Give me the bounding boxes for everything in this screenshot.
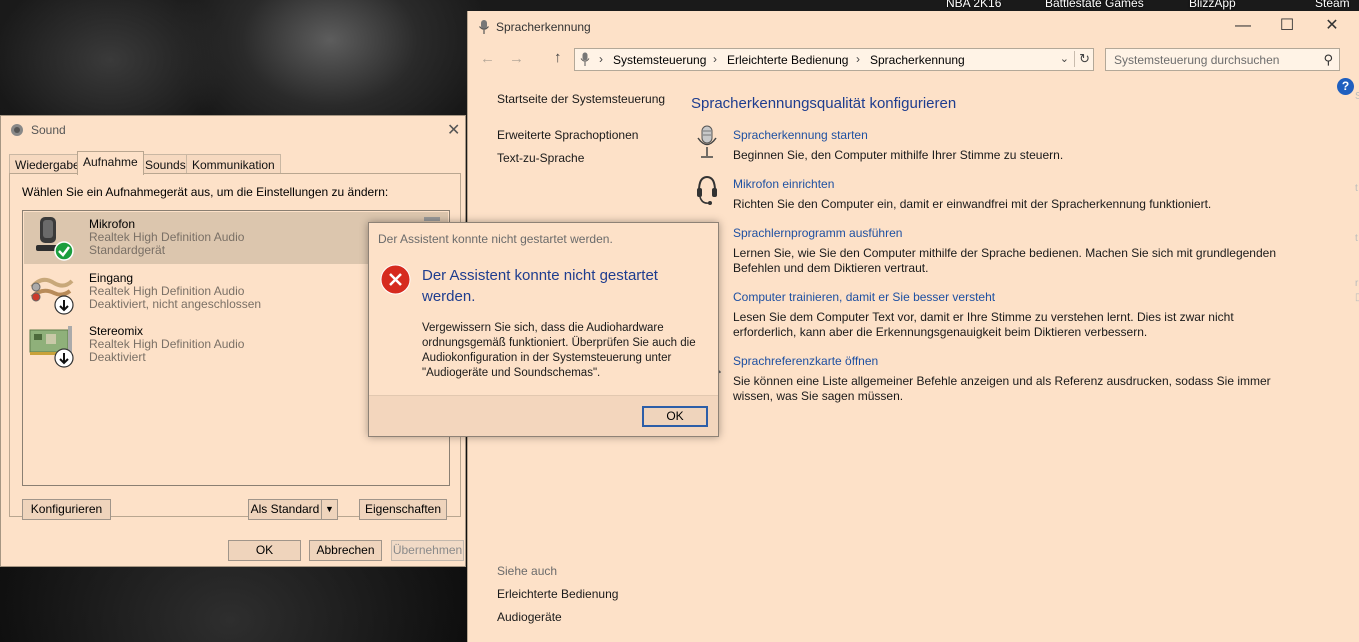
desktop-shortcut-label[interactable]: NBA 2K16: [946, 0, 1001, 10]
ok-button[interactable]: OK: [228, 540, 301, 561]
breadcrumb-systemsteuerung[interactable]: Systemsteuerung: [613, 53, 706, 67]
headset-icon: [697, 175, 717, 205]
task-desc: Beginnen Sie, den Computer mithilfe Ihre…: [733, 148, 1064, 162]
forward-arrow-icon[interactable]: →: [509, 50, 524, 67]
nav-advanced-speech-link[interactable]: Erweiterte Sprachoptionen: [497, 128, 638, 142]
error-heading: Der Assistent konnte nicht gestartet wer…: [422, 267, 658, 305]
close-icon[interactable]: ✕: [447, 120, 460, 140]
chevron-down-icon[interactable]: ▼: [321, 499, 338, 520]
task-link-setup-microphone[interactable]: Mikrofon einrichten: [733, 177, 834, 191]
close-button[interactable]: ✕: [1309, 11, 1355, 41]
task-desc: Sie können eine Liste allgemeiner Befehl…: [733, 374, 1271, 403]
speaker-icon: [11, 124, 23, 136]
help-icon[interactable]: ?: [1337, 78, 1354, 95]
nav-home-link[interactable]: Startseite der Systemsteuerung: [497, 92, 665, 106]
ok-button[interactable]: OK: [642, 406, 708, 427]
task-desc: Lesen Sie dem Computer Text vor, damit e…: [733, 310, 1234, 339]
tab-wiedergabe[interactable]: Wiedergabe: [9, 154, 86, 174]
see-also-label: Siehe auch: [497, 564, 558, 578]
search-placeholder: Systemsteuerung durchsuchen: [1114, 53, 1280, 67]
task-link-train-computer[interactable]: Computer trainieren, damit er Sie besser…: [733, 290, 995, 304]
search-input[interactable]: Systemsteuerung durchsuchen ⚲: [1105, 48, 1340, 71]
dialog-footer: OK: [369, 395, 718, 436]
desktop-shortcut-label[interactable]: BlizzApp: [1189, 0, 1236, 10]
error-icon: [380, 264, 411, 295]
device-driver: Realtek High Definition Audio: [89, 230, 245, 244]
see-also-ease-of-access-link[interactable]: Erleichterte Bedienung: [497, 587, 618, 601]
task-link-tutorial[interactable]: Sprachlernprogramm ausführen: [733, 226, 902, 240]
see-also-audio-devices-link[interactable]: Audiogeräte: [497, 610, 562, 624]
audio-jack-icon: [30, 277, 74, 315]
device-status: Deaktiviert, nicht angeschlossen: [89, 297, 262, 311]
breadcrumb-separator: ›: [599, 52, 603, 66]
tab-aufnahme[interactable]: Aufnahme: [77, 151, 144, 175]
search-icon[interactable]: ⚲: [1323, 52, 1333, 68]
desktop-shortcut-label[interactable]: Steam: [1315, 0, 1350, 10]
task-desc: Lernen Sie, wie Sie den Computer mithilf…: [733, 246, 1276, 275]
refresh-icon[interactable]: ↻: [1074, 51, 1090, 67]
edge-text: r: [1355, 278, 1359, 289]
dialog-title: Der Assistent konnte nicht gestartet wer…: [378, 232, 613, 246]
device-name: Eingang: [89, 271, 134, 285]
microphone-icon: [580, 52, 590, 66]
set-default-button[interactable]: Als Standard: [248, 499, 322, 520]
page-heading: Spracherkennungsqualität konfigurieren: [691, 95, 957, 112]
microphone-icon: [697, 125, 717, 158]
instruction-text: Wählen Sie ein Aufnahmegerät aus, um die…: [22, 185, 389, 199]
edge-text: ▯: [1355, 292, 1359, 303]
microphone-icon: [479, 20, 489, 34]
edge-text: t: [1355, 183, 1358, 194]
title-bar[interactable]: Spracherkennung — ☐ ✕: [468, 11, 1359, 43]
task-link-start-recognition[interactable]: Spracherkennung starten: [733, 128, 868, 142]
dialog-title: Sound: [31, 123, 66, 137]
grip-icon: [424, 217, 440, 221]
navigation-bar: ← → ↑ › Systemsteuerung › Erleichterte B…: [468, 47, 1359, 73]
cancel-button[interactable]: Abbrechen: [309, 540, 382, 561]
device-name: Stereomix: [89, 324, 144, 338]
configure-button[interactable]: Konfigurieren: [22, 499, 111, 520]
nav-text-to-speech-link[interactable]: Text-zu-Sprache: [497, 151, 584, 165]
microphone-icon: [36, 217, 74, 261]
breadcrumb-separator: ›: [856, 52, 860, 66]
device-driver: Realtek High Definition Audio: [89, 337, 245, 351]
tab-sounds[interactable]: Sounds: [139, 154, 192, 174]
edge-text: S: [1355, 91, 1359, 102]
task-desc: Richten Sie den Computer ein, damit er e…: [733, 197, 1212, 211]
breadcrumb-spracherkennung[interactable]: Spracherkennung: [870, 53, 965, 67]
error-message: Vergewissern Sie sich, dass die Audiohar…: [422, 322, 696, 379]
apply-button[interactable]: Übernehmen: [391, 540, 464, 561]
breadcrumb-erleichterte-bedienung[interactable]: Erleichterte Bedienung: [727, 53, 848, 67]
up-arrow-icon[interactable]: ↑: [554, 49, 562, 66]
properties-button[interactable]: Eigenschaften: [359, 499, 447, 520]
device-driver: Realtek High Definition Audio: [89, 284, 245, 298]
maximize-button[interactable]: ☐: [1264, 11, 1310, 41]
device-status: Standardgerät: [89, 243, 166, 257]
check-icon: [54, 241, 74, 261]
sound-card-icon: [29, 326, 74, 368]
minimize-button[interactable]: —: [1220, 11, 1266, 41]
window-title: Spracherkennung: [496, 20, 591, 34]
back-arrow-icon[interactable]: ←: [480, 50, 495, 67]
chevron-down-icon[interactable]: ⌄: [1060, 52, 1069, 65]
address-bar[interactable]: › Systemsteuerung › Erleichterte Bedienu…: [574, 48, 1094, 71]
desktop-shortcut-label[interactable]: Battlestate Games: [1045, 0, 1144, 10]
breadcrumb-separator: ›: [713, 52, 717, 66]
device-name: Mikrofon: [89, 217, 136, 231]
error-dialog: Der Assistent konnte nicht gestartet wer…: [368, 222, 719, 437]
edge-text: t: [1355, 233, 1358, 244]
task-link-reference-card[interactable]: Sprachreferenzkarte öffnen: [733, 354, 878, 368]
tab-kommunikation[interactable]: Kommunikation: [186, 154, 281, 174]
device-status: Deaktiviert: [89, 350, 146, 364]
